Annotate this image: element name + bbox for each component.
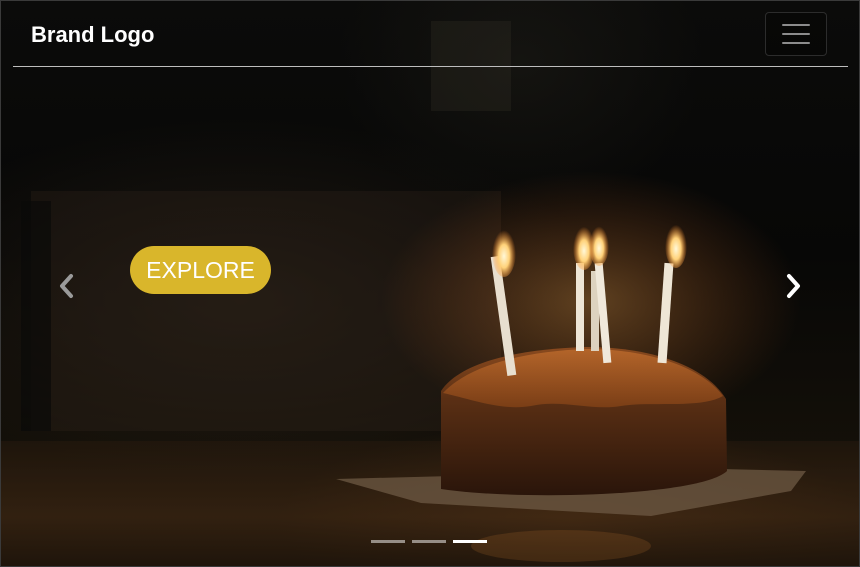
carousel-indicator-2[interactable] <box>412 540 446 543</box>
hamburger-menu-icon-line <box>782 42 810 44</box>
chevron-left-icon <box>60 274 73 298</box>
carousel-prev-button[interactable] <box>51 271 81 301</box>
carousel-indicators <box>371 540 487 543</box>
carousel-indicator-3[interactable] <box>453 540 487 543</box>
explore-button[interactable]: EXPLORE <box>130 246 271 294</box>
carousel-next-button[interactable] <box>779 271 809 301</box>
hamburger-menu-icon-line <box>782 33 810 35</box>
chevron-right-icon <box>787 274 800 298</box>
hero-carousel: Brand Logo EXPLORE <box>0 0 860 567</box>
hamburger-menu-icon <box>782 24 810 26</box>
cake-image <box>21 21 806 562</box>
brand-logo[interactable]: Brand Logo <box>31 22 154 48</box>
navbar: Brand Logo <box>13 1 848 67</box>
carousel-indicator-1[interactable] <box>371 540 405 543</box>
slide-background-image <box>1 1 859 566</box>
menu-toggle-button[interactable] <box>765 12 827 56</box>
